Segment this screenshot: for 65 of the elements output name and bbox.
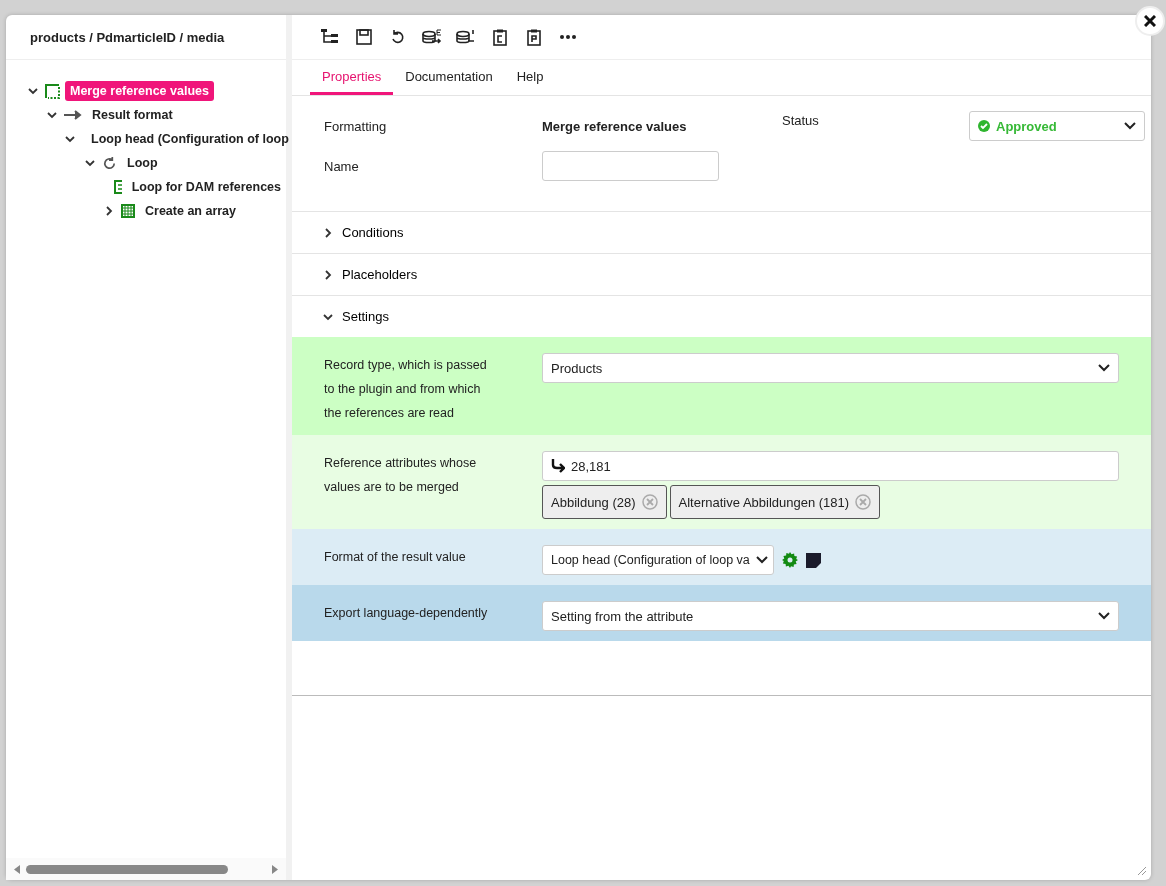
select-field[interactable]: Setting from the attribute <box>542 601 1119 631</box>
undo-icon <box>390 29 406 45</box>
breadcrumb: products / PdmarticleID / media <box>6 15 286 60</box>
database-export-icon <box>422 29 442 45</box>
select-field[interactable]: Products <box>542 353 1119 383</box>
tag-chip: Abbildung (28) <box>542 485 667 519</box>
check-circle-icon <box>978 120 990 132</box>
chevron-right-icon <box>103 205 115 217</box>
resize-grip-icon[interactable] <box>1135 864 1147 876</box>
tab[interactable]: Documentation <box>393 60 505 95</box>
tree-item[interactable]: Loop for DAM references <box>126 177 286 197</box>
caret-icon <box>1098 364 1110 372</box>
tree-icon <box>321 29 339 45</box>
name-input[interactable] <box>542 151 719 181</box>
tree-item[interactable]: Loop <box>122 153 163 173</box>
section-header[interactable]: Settings <box>292 295 1151 337</box>
setting-label: Reference attributes whose values are to be merged <box>324 455 478 496</box>
setting-label: Record type, which is passed to the plugin and from which the references are read <box>324 357 488 422</box>
section-header[interactable]: Conditions <box>292 211 1151 253</box>
database-import-icon <box>456 29 476 45</box>
toolbar-button[interactable] <box>490 27 510 47</box>
caret-icon <box>1124 122 1136 130</box>
tree-item[interactable]: Loop head (Configuration of loop <box>86 129 294 149</box>
field-label: Name <box>324 158 360 174</box>
setting-label: Export language-dependently <box>324 605 489 622</box>
close-button[interactable] <box>1135 6 1165 36</box>
caret-icon <box>755 556 768 564</box>
close-icon <box>1144 15 1156 27</box>
field-label: Status <box>782 112 820 128</box>
select-field[interactable]: Loop head (Configuration of loop va <box>542 545 774 575</box>
more-icon <box>560 35 576 39</box>
horizontal-scrollbar[interactable] <box>6 858 286 880</box>
scroll-left-icon[interactable] <box>14 864 20 874</box>
arrow-turn-icon <box>551 459 565 473</box>
chevron-down-icon <box>64 133 76 145</box>
tree-item[interactable]: Merge reference values <box>65 81 214 101</box>
save-icon <box>356 29 372 45</box>
field-value: Merge reference values <box>542 118 688 134</box>
tree-item[interactable]: Result format <box>87 105 178 125</box>
arrow-right-icon <box>64 110 82 120</box>
section-header[interactable]: Placeholders <box>292 253 1151 295</box>
chevron-down-icon <box>27 85 39 97</box>
clipboard-c-icon <box>493 28 507 46</box>
note-icon[interactable] <box>806 552 821 568</box>
settings-icon[interactable] <box>782 552 798 568</box>
tag-chip: Alternative Abbildungen (181) <box>669 485 881 519</box>
clipboard-p-icon <box>527 28 541 46</box>
chevron-down-icon <box>46 109 58 121</box>
caret-icon <box>1098 612 1110 620</box>
toolbar-button[interactable] <box>354 27 374 47</box>
list-icon <box>114 180 122 194</box>
grid-icon <box>121 204 135 218</box>
scroll-right-icon[interactable] <box>272 864 278 874</box>
tab[interactable]: Properties <box>310 60 394 95</box>
dotted-square-icon <box>45 83 60 99</box>
chevron-right-icon <box>322 226 334 239</box>
tree-item[interactable]: Create an array <box>140 201 242 221</box>
chevron-right-icon <box>322 268 334 281</box>
tab[interactable]: Help <box>504 60 556 95</box>
chevron-down-icon <box>84 157 96 169</box>
field-label: Formatting <box>324 118 388 134</box>
toolbar-button[interactable] <box>524 27 544 47</box>
setting-label: Format of the result value <box>324 549 467 566</box>
reference-input[interactable]: 28,181 <box>542 451 1119 481</box>
loop-icon <box>102 155 117 171</box>
